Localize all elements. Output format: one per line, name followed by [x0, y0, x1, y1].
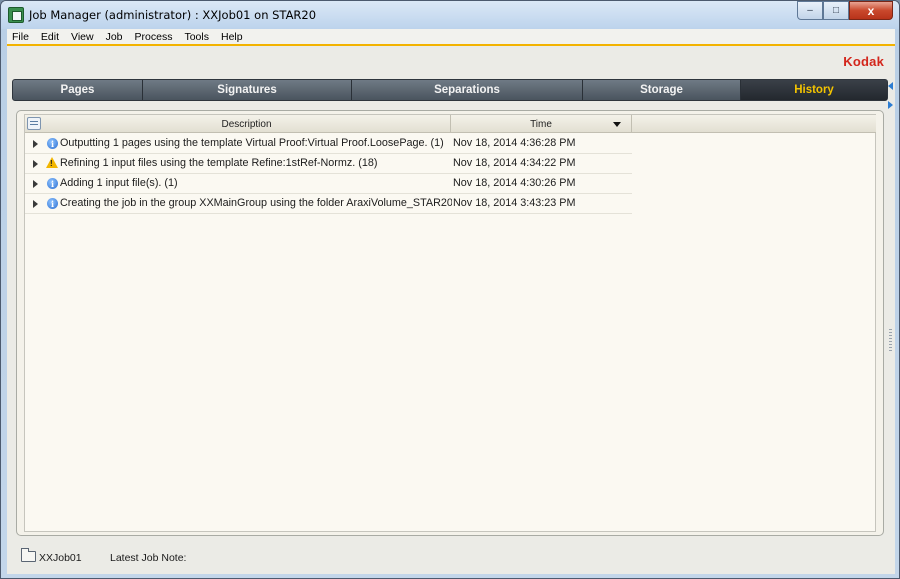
menu-job[interactable]: Job	[106, 31, 123, 43]
table-row[interactable]: i Creating the job in the group XXMainGr…	[25, 194, 632, 214]
menu-file[interactable]: File	[12, 31, 29, 43]
status-bar: XXJob01 Latest Job Note:	[7, 538, 895, 574]
warning-icon: !	[46, 157, 58, 168]
info-icon: i	[47, 198, 58, 209]
close-button[interactable]: x	[849, 1, 893, 20]
column-header-description[interactable]: Description	[43, 115, 451, 133]
expand-row-icon[interactable]	[33, 200, 38, 208]
tab-separations[interactable]: Separations	[352, 80, 583, 100]
sort-descending-icon	[613, 122, 621, 127]
client-area: File Edit View Job Process Tools Help Ko…	[7, 29, 895, 574]
row-time: Nov 18, 2014 4:30:26 PM	[453, 177, 576, 189]
column-header-time-label: Time	[530, 118, 552, 130]
expand-row-icon[interactable]	[33, 180, 38, 188]
info-icon: i	[47, 138, 58, 149]
expand-right-arrow-icon[interactable]	[888, 101, 893, 109]
table-row[interactable]: i Adding 1 input file(s). (1) Nov 18, 20…	[25, 174, 632, 194]
history-panel: Description Time i Outputting 1 pages us…	[16, 110, 884, 536]
panel-resize-grip[interactable]	[889, 329, 892, 351]
row-description: Outputting 1 pages using the template Vi…	[60, 137, 444, 149]
row-description: Creating the job in the group XXMainGrou…	[60, 197, 452, 209]
menu-edit[interactable]: Edit	[41, 31, 59, 43]
tab-signatures[interactable]: Signatures	[143, 80, 352, 100]
title-bar[interactable]: Job Manager (administrator) : XXJob01 on…	[1, 1, 899, 29]
menu-bar: File Edit View Job Process Tools Help	[7, 29, 895, 46]
table-row[interactable]: i Outputting 1 pages using the template …	[25, 134, 632, 154]
row-time: Nov 18, 2014 4:34:22 PM	[453, 157, 576, 169]
job-folder-icon	[21, 548, 36, 562]
job-manager-window: Job Manager (administrator) : XXJob01 on…	[0, 0, 900, 579]
history-table: Description Time i Outputting 1 pages us…	[24, 114, 876, 532]
maximize-button[interactable]: □	[823, 1, 849, 20]
app-icon	[8, 7, 24, 23]
window-title: Job Manager (administrator) : XXJob01 on…	[29, 8, 317, 22]
minimize-button[interactable]: –	[797, 1, 823, 20]
menu-help[interactable]: Help	[221, 31, 243, 43]
row-description: Adding 1 input file(s). (1)	[60, 177, 178, 189]
tab-bar: Pages Signatures Separations Storage His…	[12, 79, 888, 101]
expand-row-icon[interactable]	[33, 140, 38, 148]
collapse-left-arrow-icon[interactable]	[888, 82, 893, 90]
tab-storage[interactable]: Storage	[583, 80, 741, 100]
info-icon: i	[47, 178, 58, 189]
window-controls: – □ x	[797, 1, 893, 21]
column-chooser-icon[interactable]	[27, 117, 41, 130]
latest-job-note-label: Latest Job Note:	[110, 552, 187, 564]
row-description: Refining 1 input files using the templat…	[60, 157, 378, 169]
column-header-time[interactable]: Time	[451, 115, 632, 133]
tab-pages[interactable]: Pages	[13, 80, 143, 100]
row-time: Nov 18, 2014 3:43:23 PM	[453, 197, 576, 209]
expand-row-icon[interactable]	[33, 160, 38, 168]
job-name-label: XXJob01	[39, 552, 82, 564]
row-time: Nov 18, 2014 4:36:28 PM	[453, 137, 576, 149]
menu-view[interactable]: View	[71, 31, 94, 43]
kodak-logo: Kodak	[843, 54, 884, 69]
menu-tools[interactable]: Tools	[184, 31, 209, 43]
menu-process[interactable]: Process	[135, 31, 173, 43]
tab-history[interactable]: History	[741, 80, 887, 100]
table-row[interactable]: ! Refining 1 input files using the templ…	[25, 154, 632, 174]
table-header: Description Time	[25, 115, 876, 133]
